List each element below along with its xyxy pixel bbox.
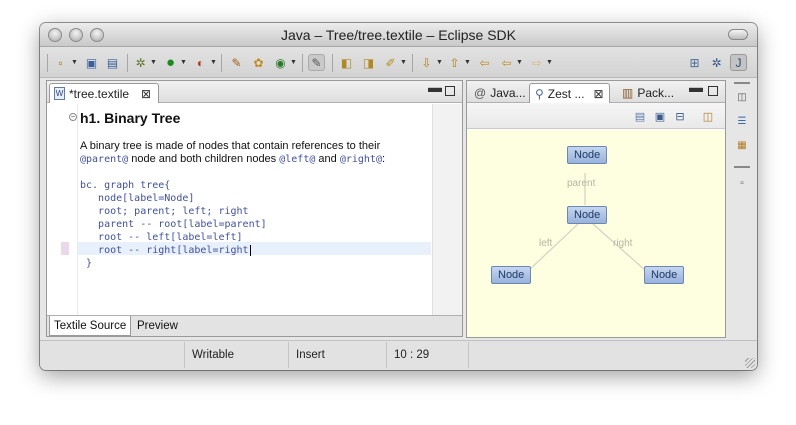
editor-tab-label: *tree.textile [69,86,130,101]
outline-icon[interactable]: ☰ [735,114,749,128]
graph-node-left[interactable]: Node [491,266,532,284]
editor-panel: W *tree.textile ⊠ ▬ − h1. Binary Tree A … [46,79,463,337]
save-icon[interactable]: ▣ [83,54,100,71]
status-bar: Writable Insert 10 : 29 [40,340,757,370]
open-type-icon[interactable]: ◧ [338,54,355,71]
print-icon[interactable]: ▤ [104,54,121,71]
external-tools-icon[interactable]: ◐ [192,54,209,71]
last-edit-icon[interactable]: ⇦ [476,54,493,71]
fold-collapse-icon[interactable]: − [69,113,77,121]
overview-ruler[interactable] [432,104,462,316]
new-package-icon[interactable]: ✿ [250,54,267,71]
heading-line: h1. Binary Tree [80,110,181,126]
run-icon[interactable]: ● [162,54,179,71]
status-insert-mode: Insert [296,349,325,361]
textile-file-icon: W [54,87,65,100]
layout-icon[interactable]: ⊟ [673,109,687,123]
graph-node-root[interactable]: Node [567,206,608,224]
window-title: Java – Tree/tree.textile – Eclipse SDK [281,27,516,43]
document-icon[interactable]: ▤ [633,109,647,123]
debug-icon[interactable]: ✲ [132,54,149,71]
tab-preview[interactable]: Preview [133,316,182,336]
tab-java[interactable]: @ Java... [469,83,531,103]
edge-label-right: right [613,238,633,249]
close-icon[interactable]: ⊠ [593,87,603,101]
zest-view-panel: @ Java... ⚲ Zest ... ⊠ ▥ Pack... ▬ ▤ ▣ ⊟ ◫ N… [466,79,726,338]
code-line-5: root -- right[label=right [80,245,251,256]
text-editor[interactable]: − h1. Binary Tree A binary tree is made … [47,104,462,316]
maximize-icon[interactable] [708,86,718,96]
graph-icon: ⚲ [535,86,544,101]
tab-zest[interactable]: ⚲ Zest ... ⊠ [529,83,610,103]
current-line-marker [61,242,69,255]
tab-tree-textile[interactable]: W *tree.textile ⊠ [49,83,159,103]
next-annotation-icon[interactable]: ⇩ [418,54,435,71]
tab-textile-source[interactable]: Textile Source [49,316,132,336]
toolbar-toggle-button[interactable] [728,29,748,40]
new-java-project-icon[interactable]: ✎ [228,54,245,71]
minimize-icon[interactable]: ▬ [428,79,442,95]
open-perspective-icon[interactable]: ⊞ [686,54,703,71]
eclipse-window: Java – Tree/tree.textile – Eclipse SDK ▫… [40,23,757,370]
close-icon[interactable]: ⊠ [141,87,151,101]
code-line-4: root -- left[label=left] [80,232,243,243]
code-line-6: } [80,258,93,269]
graph-node-parent[interactable]: Node [567,146,608,164]
tab-package[interactable]: ▥ Pack... [617,83,679,103]
resize-grip[interactable] [745,358,755,368]
view-tab-bar: @ Java... ⚲ Zest ... ⊠ ▥ Pack... ▬ [467,79,725,103]
editor-bottom-tabs: Textile Source Preview [47,315,462,336]
java-perspective-icon[interactable]: J [730,54,747,71]
new-class-icon[interactable]: ◉ [272,54,289,71]
new-icon[interactable]: ▫ [52,54,69,71]
trim-stack: ◫ ☰ ▦ ▫ [730,80,754,338]
zest-view-toolbar: ▤ ▣ ⊟ ◫ [467,103,725,129]
package-icon: ▥ [622,86,634,100]
back-icon[interactable]: ⇦ [498,54,515,71]
status-cursor-position: 10 : 29 [394,349,430,361]
paragraph-line-2: @parent@ node and both children nodes @l… [80,153,386,165]
code-line-3: parent -- root[label=parent] [80,219,267,230]
fast-view-icon[interactable]: ▫ [735,176,749,190]
export-icon[interactable]: ◫ [701,109,715,123]
code-line-bc: bc. graph tree{ [80,180,171,191]
maximize-icon[interactable] [445,86,455,96]
toggle-mark-occurrences-icon[interactable]: ✎ [308,54,325,71]
graph-canvas[interactable]: Node parent Node left right Node Node [467,130,725,337]
debug-perspective-icon[interactable]: ✲ [708,54,725,71]
code-line-1: node[label=Node] [80,193,195,204]
restore-icon[interactable]: ◫ [735,90,749,104]
main-toolbar: ▫ ▼ ▣ ▤ ✲ ▼ ● ▼ ◐ ▼ ✎ ✿ ◉ ▼ ✎ ◧ ◨ ✐ ▼ ⇩ … [40,47,757,78]
paragraph-line-1: A binary tree is made of nodes that cont… [80,140,381,152]
title-bar: Java – Tree/tree.textile – Eclipse SDK [40,23,757,47]
image-icon[interactable]: ▣ [653,109,667,123]
search-icon[interactable]: ✐ [382,54,399,71]
previous-annotation-icon[interactable]: ⇧ [446,54,463,71]
graph-node-right[interactable]: Node [644,266,685,284]
at-icon: @ [474,86,487,100]
minimize-icon[interactable]: ▬ [689,79,703,95]
editor-tab-bar: W *tree.textile ⊠ ▬ [47,79,462,103]
code-line-2: root; parent; left; right [80,206,249,217]
edge-label-left: left [539,238,553,249]
open-resource-icon[interactable]: ◨ [360,54,377,71]
edge-label-parent: parent [567,178,596,189]
status-writable: Writable [192,349,234,361]
task-list-icon[interactable]: ▦ [735,138,749,152]
forward-icon[interactable]: ⇨ [528,54,545,71]
